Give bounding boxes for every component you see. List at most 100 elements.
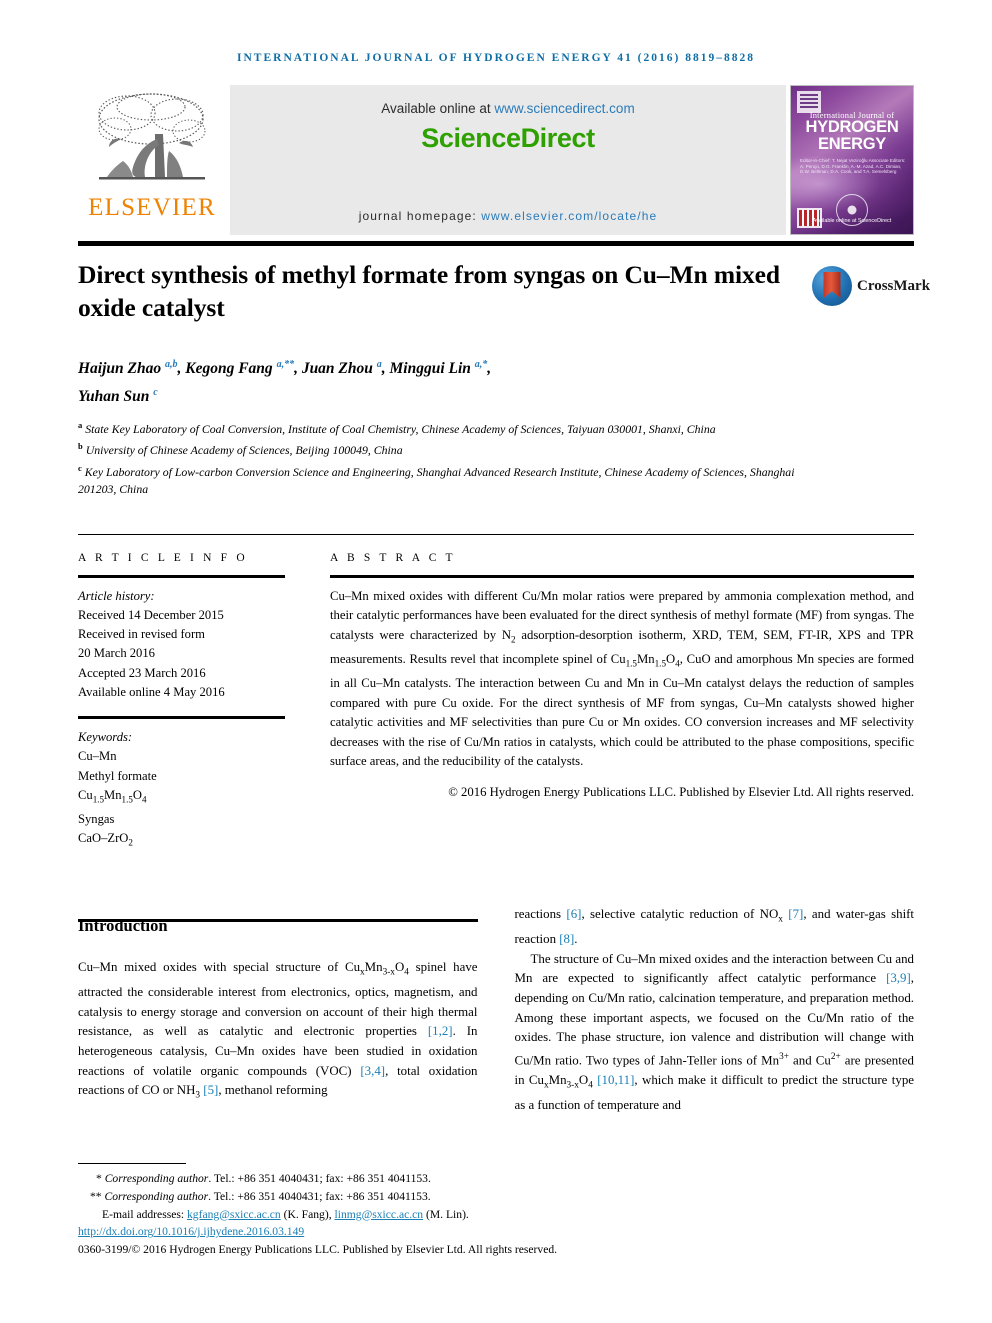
affiliation-b-text: University of Chinese Academy of Science… — [85, 443, 403, 458]
abstract-copyright: © 2016 Hydrogen Energy Publications LLC.… — [448, 785, 914, 799]
footnote-mark-1: * — [96, 1172, 102, 1185]
author-yuhan-sun-affil-mark: c — [153, 387, 158, 399]
cover-title-main: HYDROGEN ENERGY — [791, 119, 913, 153]
article-history-block: Article history: Received 14 December 20… — [78, 587, 285, 703]
footnote-emails: E-mail addresses: kgfang@sxicc.ac.cn (K.… — [78, 1206, 778, 1224]
sciencedirect-url-link[interactable]: www.sciencedirect.com — [494, 101, 634, 116]
history-received: Received 14 December 2015 — [78, 607, 224, 622]
intro-r2-seg-8: , which make it difficult to predict the… — [514, 1072, 914, 1112]
intro-seg-8: , methanol reforming — [218, 1083, 328, 1098]
affiliation-b: b University of Chinese Academy of Scien… — [78, 438, 808, 459]
footnote-contact-2: . Tel.: +86 351 4040431; fax: +86 351 40… — [208, 1189, 431, 1203]
citation-6[interactable]: [6] — [566, 907, 581, 921]
sciencedirect-wordmark: ScienceDirect — [421, 123, 595, 153]
intro-r-seg-2: , selective catalytic reduction of NO — [581, 907, 779, 921]
affiliation-a-mark: a — [78, 420, 83, 430]
cover-editors-text: Editor-in-Chief: T. Nejat Veziroğlu Asso… — [800, 158, 906, 175]
intro-seg-3: O — [394, 960, 405, 974]
citation-8[interactable]: [8] — [559, 932, 574, 946]
citation-7[interactable]: [7] — [788, 907, 803, 921]
keyword-syngas: Syngas — [78, 811, 115, 826]
email-owner-1: (K. Fang), — [280, 1207, 335, 1221]
affiliation-a: a State Key Laboratory of Coal Conversio… — [78, 417, 808, 438]
citation-1-2[interactable]: [1,2] — [428, 1024, 453, 1038]
email-owner-2: (M. Lin). — [423, 1207, 469, 1221]
email-link-linmg[interactable]: linmg@sxicc.ac.cn — [335, 1208, 424, 1221]
elsevier-wordmark: ELSEVIER — [88, 194, 216, 221]
available-online-prefix: Available online at — [381, 101, 495, 116]
affiliation-c: c Key Laboratory of Low-carbon Conversio… — [78, 460, 808, 499]
available-online-text: Available online at www.sciencedirect.co… — [230, 85, 786, 116]
email-link-kgfang[interactable]: kgfang@sxicc.ac.cn — [187, 1208, 281, 1221]
intro-r2-seg-1: The structure of Cu–Mn mixed oxides and … — [514, 951, 915, 986]
page-title: Direct synthesis of methyl formate from … — [78, 260, 780, 322]
sciencedirect-banner: Available online at www.sciencedirect.co… — [230, 85, 786, 235]
author-separator: , — [487, 360, 492, 378]
running-head: INTERNATIONAL JOURNAL OF HYDROGEN ENERGY… — [237, 52, 755, 64]
abstract-column: A B S T R A C T Cu–Mn mixed oxides with … — [330, 552, 914, 803]
history-accepted: Accepted 23 March 2016 — [78, 665, 206, 680]
introduction-paragraph-right-2: The structure of Cu–Mn mixed oxides and … — [515, 950, 915, 1116]
affiliation-c-text: Key Laboratory of Low-carbon Conversion … — [78, 464, 795, 497]
introduction-paragraph-left: Cu–Mn mixed oxides with special structur… — [78, 958, 478, 1106]
crossmark-badge[interactable]: CrossMark — [812, 266, 930, 306]
article-info-heading: A R T I C L E I N F O — [78, 552, 248, 564]
keyword-spinel: Cu1.5Mn1.5O4 — [78, 787, 147, 805]
citation-5[interactable]: [5] — [203, 1083, 218, 1097]
journal-homepage-prefix: journal homepage: — [358, 209, 482, 223]
keywords-label: Keywords: — [78, 729, 133, 744]
author-haijun-zhao: Haijun Zhao — [78, 360, 165, 378]
author-minggui-lin-affil-mark: a,* — [474, 359, 488, 370]
article-history-label: Article history: — [78, 588, 155, 603]
citation-10-11[interactable]: [10,11] — [597, 1073, 634, 1087]
footnote-corresponding-1: * Corresponding author. Tel.: +86 351 40… — [78, 1170, 778, 1188]
info-section-top-divider — [78, 534, 914, 536]
abstract-rule — [330, 575, 914, 578]
crossmark-icon — [812, 266, 852, 306]
abstract-seg-3: Mn — [636, 651, 655, 666]
masthead-divider — [78, 241, 914, 246]
intro-r2-seg-5: Mn — [548, 1072, 567, 1087]
abstract-sub-cu15: 1.5 — [625, 658, 637, 669]
intro-sub-3x: 3-x — [382, 967, 395, 978]
elsevier-tree-icon — [98, 93, 206, 180]
abstract-seg-4: O — [666, 651, 676, 666]
doi-link[interactable]: http://dx.doi.org/10.1016/j.ijhydene.201… — [78, 1225, 304, 1238]
journal-homepage-text: journal homepage: www.elsevier.com/locat… — [230, 209, 786, 223]
cover-footer-text: Available online at ScienceDirect — [812, 218, 892, 224]
footnote-divider — [78, 1163, 186, 1165]
intro-r2-sub-3x: 3-x — [566, 1080, 579, 1091]
paper-page: INTERNATIONAL JOURNAL OF HYDROGEN ENERGY… — [0, 0, 992, 1323]
keyword-cao-zro2: CaO–ZrO2 — [78, 830, 133, 848]
intro-r-seg-1: reactions — [514, 907, 567, 921]
intro-r2-seg-3: and Cu — [788, 1053, 831, 1068]
affiliation-a-text: State Key Laboratory of Coal Conversion,… — [85, 421, 716, 436]
intro-sup-mn3: 3+ — [779, 1051, 789, 1062]
abstract-heading: A B S T R A C T — [330, 552, 456, 564]
footnote-doi-row: http://dx.doi.org/10.1016/j.ijhydene.201… — [78, 1223, 778, 1241]
author-kegong-fang: , Kegong Fang — [177, 360, 277, 378]
abstract-text: Cu–Mn mixed oxides with different Cu/Mn … — [330, 587, 914, 803]
abstract-seg-5: , CuO and amorphous Mn species are forme… — [330, 651, 915, 769]
email-addresses-label: E-mail addresses: — [102, 1207, 187, 1221]
journal-homepage-link[interactable]: www.elsevier.com/locate/he — [481, 209, 657, 223]
author-yuhan-sun: Yuhan Sun — [78, 388, 154, 406]
intro-r-seg-5: . — [574, 932, 578, 947]
body-columns: Introduction Cu–Mn mixed oxides with spe… — [78, 905, 914, 1115]
footnote-corresponding-2: ** Corresponding author. Tel.: +86 351 4… — [78, 1188, 778, 1206]
article-info-rule-1 — [78, 575, 285, 578]
footnote-corresponding-label-1: Corresponding author — [104, 1172, 209, 1185]
article-info-rule-2 — [78, 716, 285, 719]
introduction-paragraph-right-1: reactions [6], selective catalytic reduc… — [515, 905, 915, 950]
author-minggui-lin: , Minggui Lin — [381, 360, 475, 378]
intro-seg-1: Cu–Mn mixed oxides with special structur… — [78, 960, 361, 974]
author-list: Haijun Zhao a,b, Kegong Fang a,**, Juan … — [78, 353, 798, 409]
author-juan-zhou: , Juan Zhou — [294, 360, 377, 378]
introduction-heading: Introduction — [78, 916, 168, 935]
citation-3-9[interactable]: [3,9] — [886, 971, 911, 985]
citation-3-4[interactable]: [3,4] — [360, 1064, 385, 1078]
history-revised-date: 20 March 2016 — [78, 646, 155, 661]
keywords-block: Keywords: Cu–Mn Methyl formate Cu1.5Mn1.… — [78, 728, 285, 853]
elsevier-logo: ELSEVIER — [78, 85, 226, 235]
affiliation-list: a State Key Laboratory of Coal Conversio… — [78, 417, 808, 499]
